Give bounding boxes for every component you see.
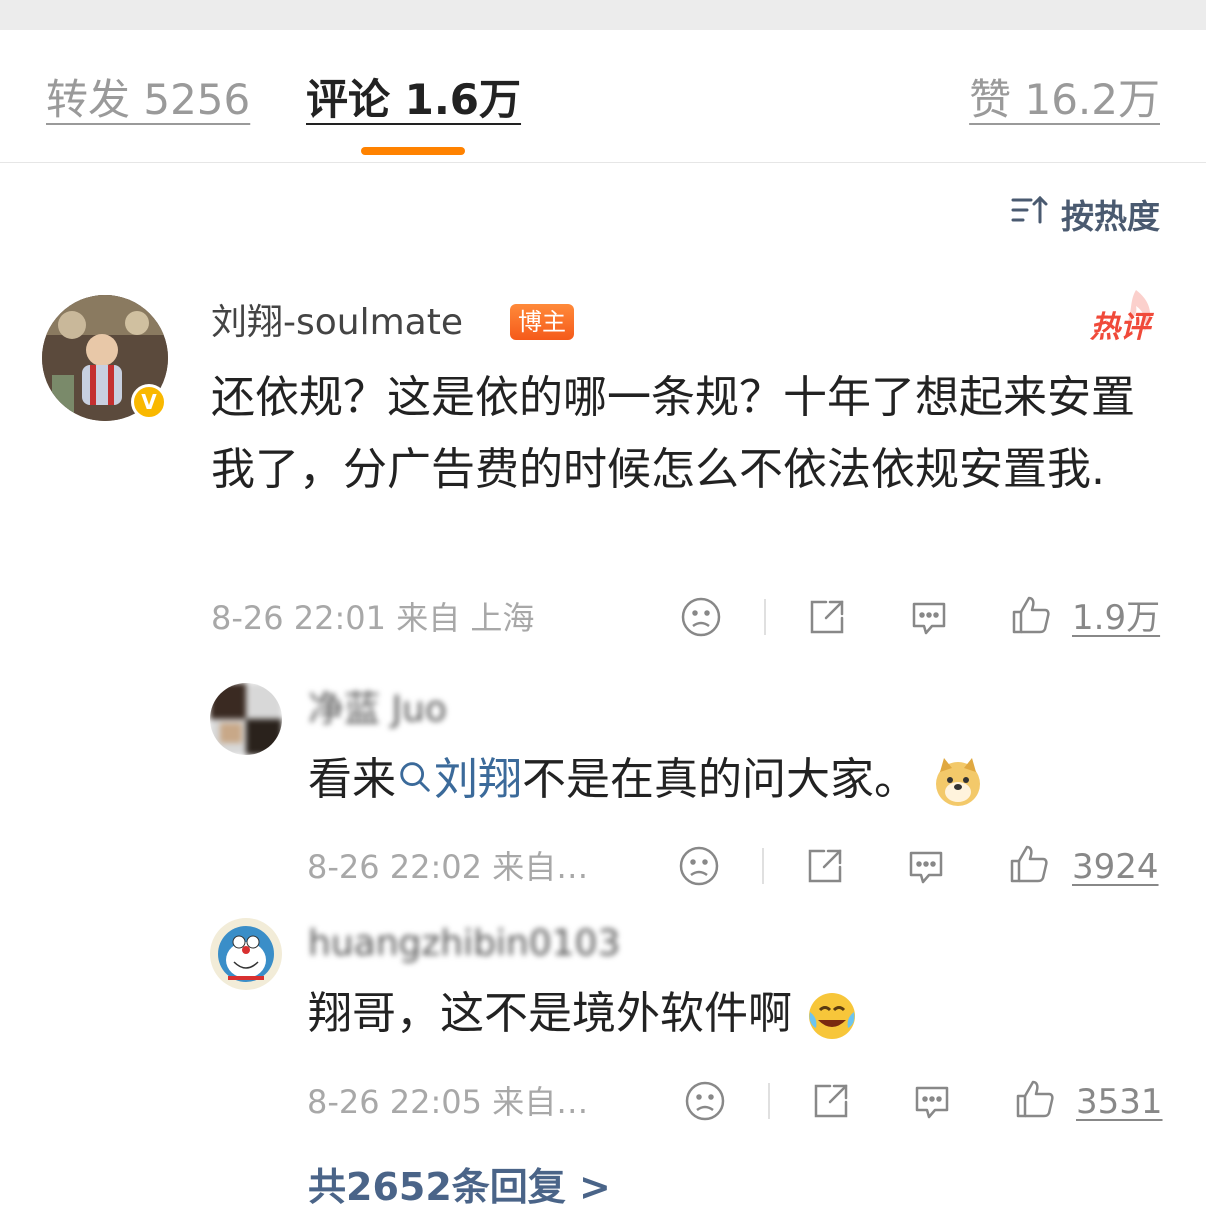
verified-icon: V (131, 384, 167, 420)
username[interactable]: 刘翔-soulmate (211, 300, 463, 346)
tab-bar: 转发 5256 评论 1.6万 赞 16.2万 (0, 30, 1206, 163)
status-bar-strip (0, 0, 1206, 30)
reply-username[interactable]: huangzhibin0103 (308, 922, 620, 966)
reply-time: 8-26 22:02 (307, 848, 483, 886)
sort-icon (1009, 190, 1049, 238)
divider (768, 1083, 770, 1119)
hot-comment-label: 热评 (1090, 310, 1150, 345)
comment-icon[interactable] (908, 596, 950, 638)
tab-repost[interactable]: 转发 5256 (46, 74, 250, 126)
like-thumb-icon[interactable] (1008, 843, 1050, 885)
dislike-face-icon[interactable] (678, 845, 720, 887)
like-count[interactable]: 1.9万 (1072, 598, 1160, 638)
search-icon (396, 754, 434, 810)
active-tab-indicator (361, 147, 465, 155)
like-thumb-icon[interactable] (1014, 1078, 1056, 1120)
laugh-cry-emoji-icon (806, 990, 858, 1042)
like-thumb-icon[interactable] (1010, 594, 1052, 636)
blogger-badge: 博主 (510, 304, 574, 340)
reply-text-suffix: 不是在真的问大家。 (522, 754, 918, 805)
reply-avatar[interactable] (210, 683, 282, 755)
share-icon[interactable] (806, 596, 848, 638)
comment-location: 来自 上海 (396, 599, 535, 637)
share-icon[interactable] (804, 845, 846, 887)
comment-icon[interactable] (905, 845, 947, 887)
comment-icon[interactable] (911, 1080, 953, 1122)
doge-emoji-icon (932, 756, 984, 808)
dislike-face-icon[interactable] (684, 1080, 726, 1122)
reply-location: 来自… (492, 1083, 589, 1121)
comment-time: 8-26 22:01 (211, 599, 387, 637)
reply-avatar[interactable] (210, 918, 282, 990)
topic-link-label: 刘翔 (434, 754, 522, 805)
reply-meta: 8-26 22:05 来自… (307, 1082, 588, 1122)
dislike-face-icon[interactable] (680, 596, 722, 638)
topic-link[interactable]: 刘翔 (396, 754, 522, 805)
reply-body: 看来 刘翔不是在真的问大家。 (308, 752, 984, 810)
reply-text-prefix: 看来 (308, 754, 396, 805)
reply-text: 翔哥，这不是境外软件啊 (308, 988, 792, 1039)
divider (762, 848, 764, 884)
view-all-replies-link[interactable]: 共2652条回复 > (308, 1163, 611, 1211)
reply-time: 8-26 22:05 (307, 1083, 483, 1121)
like-count[interactable]: 3531 (1076, 1082, 1163, 1122)
comment-body: 还依规？这是依的哪一条规？十年了想起来安置我了，分广告费的时候怎么不依法依规安置… (211, 372, 1135, 495)
tab-comment[interactable]: 评论 1.6万 (306, 74, 521, 126)
like-count[interactable]: 3924 (1072, 847, 1159, 887)
reply-body: 翔哥，这不是境外软件啊 (308, 986, 858, 1042)
reply-meta: 8-26 22:02 来自… (307, 847, 588, 887)
tab-like[interactable]: 赞 16.2万 (969, 74, 1160, 126)
sort-button[interactable]: 按热度 (1009, 192, 1160, 236)
reply-username[interactable]: 净蓝 Juo (308, 688, 447, 732)
sort-label: 按热度 (1061, 197, 1160, 236)
comment-meta: 8-26 22:01 来自 上海 (211, 598, 534, 638)
share-icon[interactable] (810, 1080, 852, 1122)
reply-location: 来自… (492, 848, 589, 886)
divider (764, 599, 766, 635)
